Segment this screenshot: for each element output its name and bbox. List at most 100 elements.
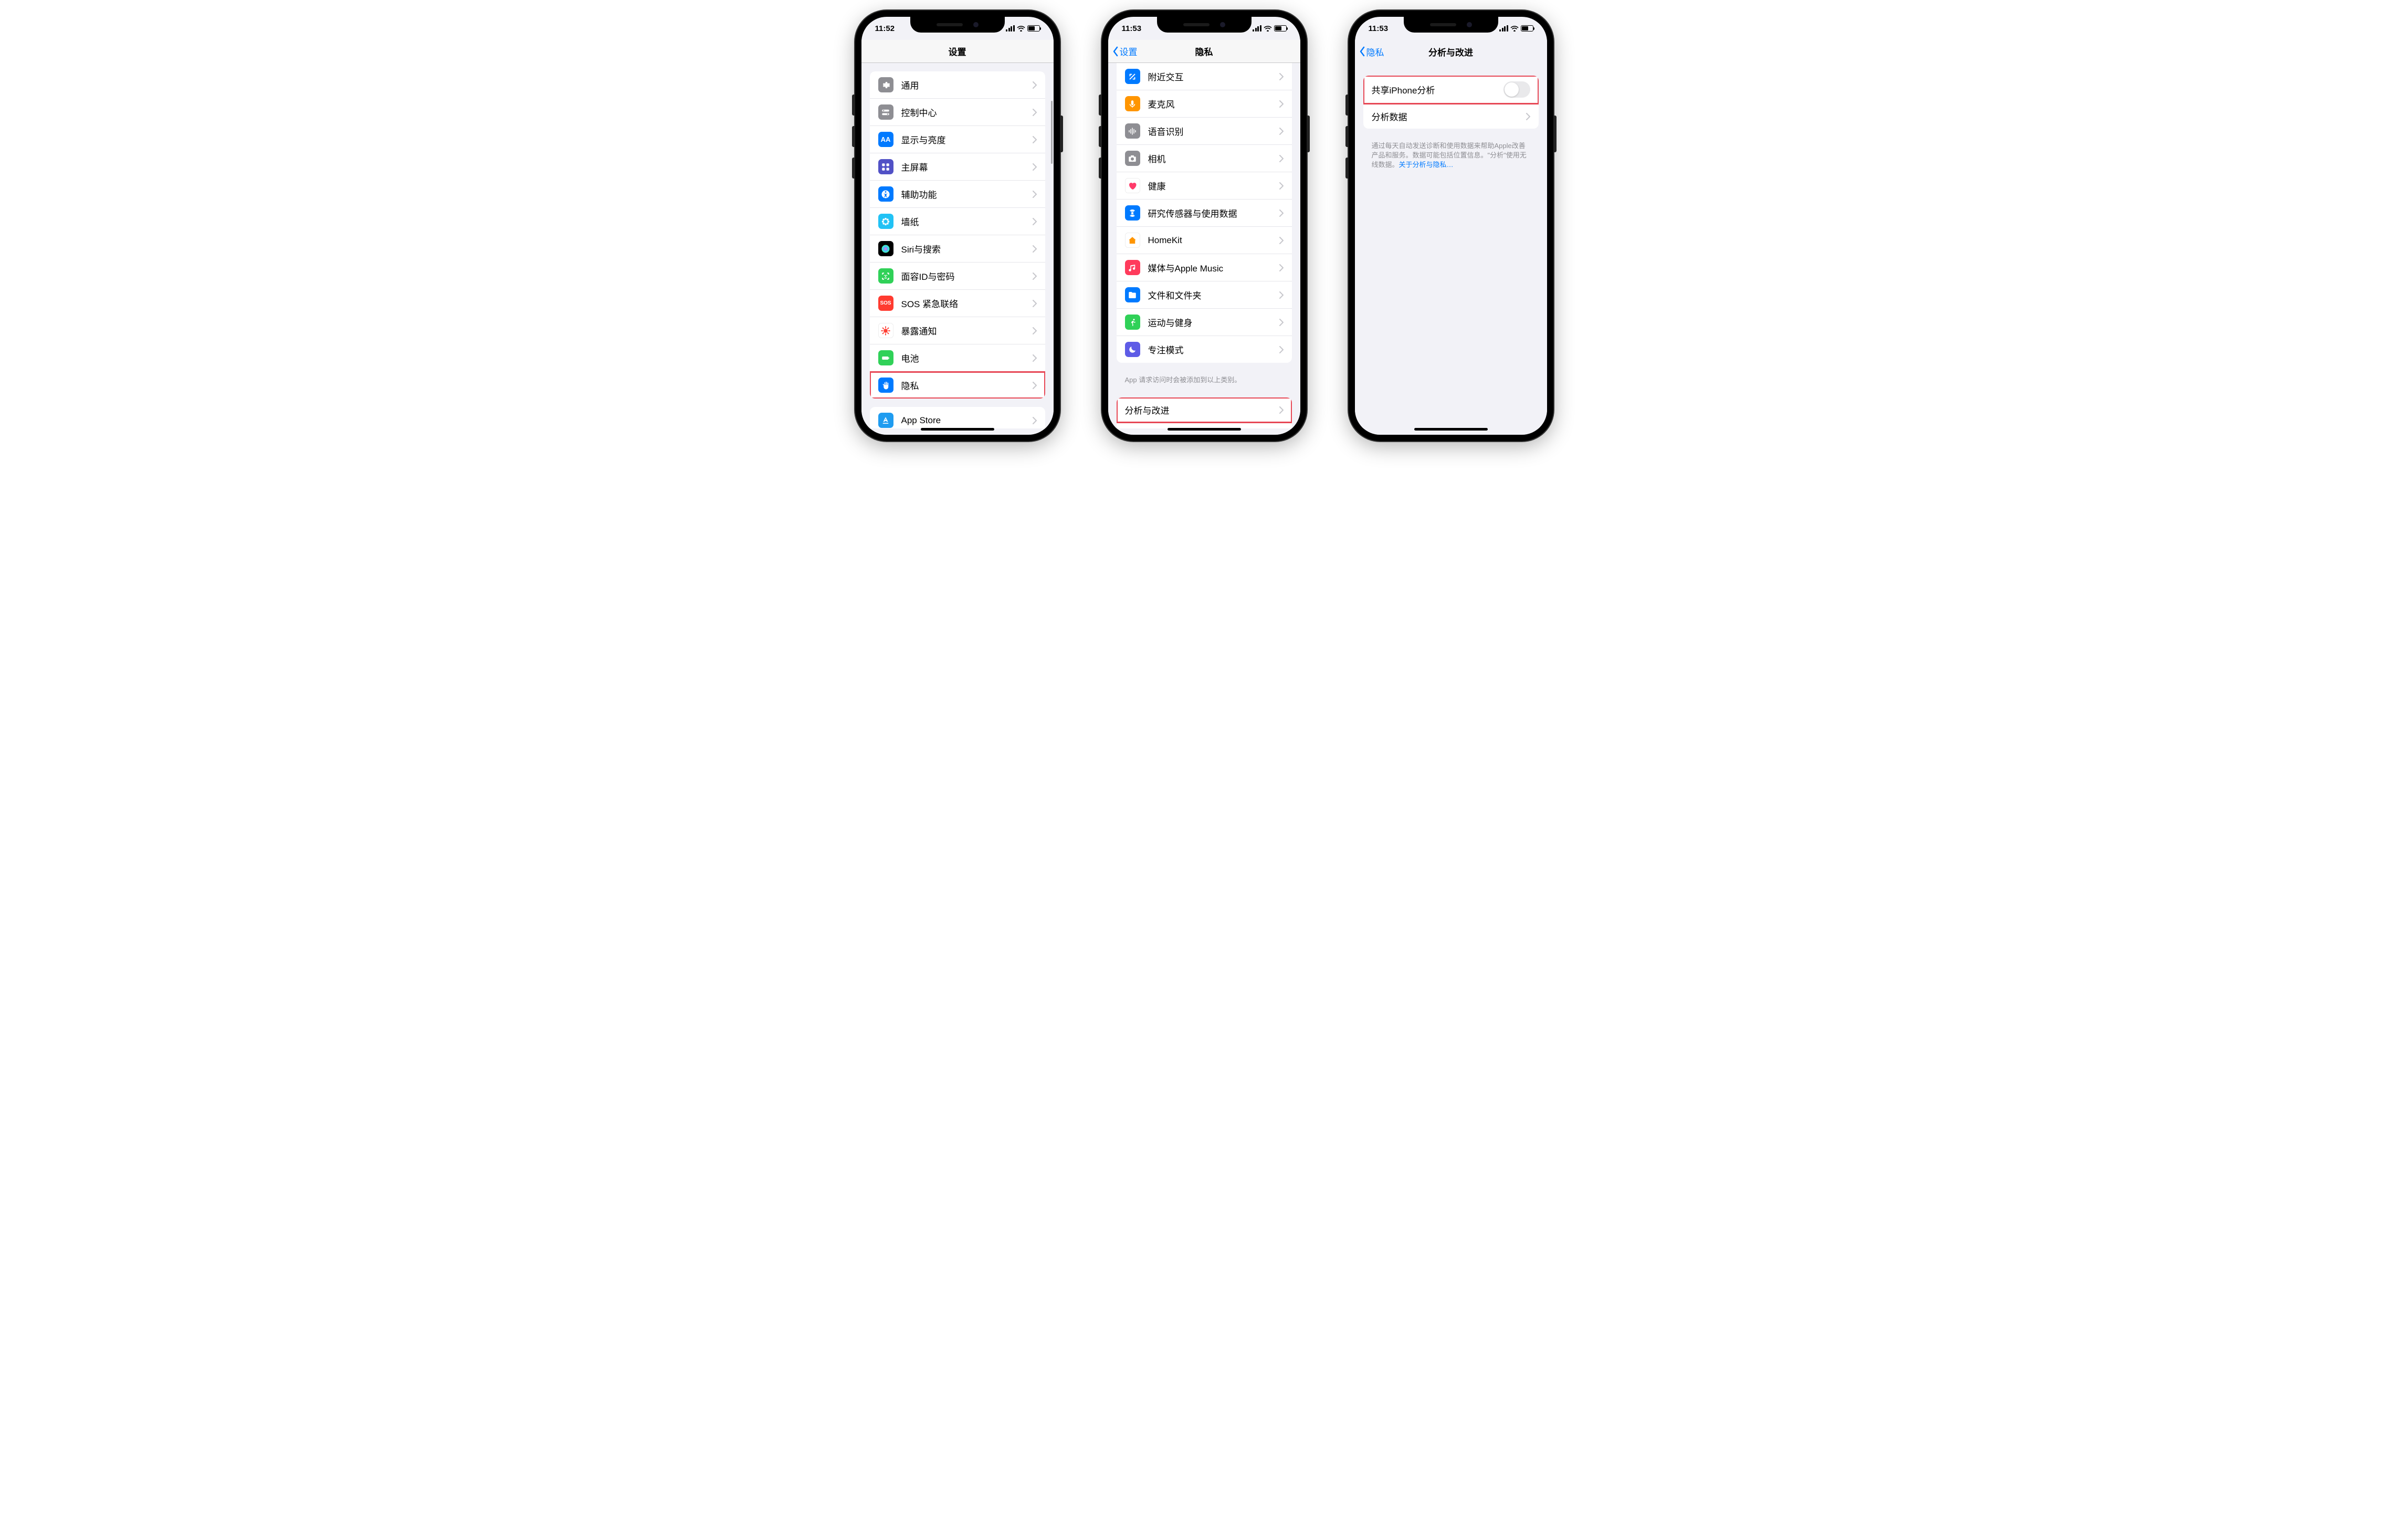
row-label: 墙纸 xyxy=(901,215,1033,228)
row-隐私[interactable]: 隐私 xyxy=(870,372,1045,399)
footer-description: 通过每天自动发送诊断和使用数据来帮助Apple改善产品和服务。数据可能包括位置信… xyxy=(1355,137,1547,174)
notch xyxy=(1404,17,1498,33)
row-analytics-data[interactable]: 分析数据 xyxy=(1363,104,1539,129)
switches-icon xyxy=(878,104,893,120)
row-显示与亮度[interactable]: AA 显示与亮度 xyxy=(870,126,1045,153)
row-研究传感器与使用数据[interactable]: 研究传感器与使用数据 xyxy=(1117,200,1292,227)
folder-icon xyxy=(1125,287,1140,302)
signal-icon xyxy=(1006,25,1015,32)
footer-link[interactable]: 关于分析与隐私… xyxy=(1399,161,1454,169)
row-相机[interactable]: 相机 xyxy=(1117,145,1292,172)
row-专注模式[interactable]: 专注模式 xyxy=(1117,336,1292,363)
chevron-right-icon xyxy=(1033,354,1037,362)
row-文件和文件夹[interactable]: 文件和文件夹 xyxy=(1117,281,1292,309)
row-电池[interactable]: 电池 xyxy=(870,344,1045,372)
content[interactable]: 通用 控制中心 AA 显示与亮度 主屏幕 辅助功能 墙纸 Siri与搜索 面容I… xyxy=(861,63,1054,428)
section-footnote: App 请求访问时会被添加到以上类别。 xyxy=(1108,371,1300,389)
home-indicator[interactable] xyxy=(1414,428,1488,431)
page-title: 分析与改进 xyxy=(1428,45,1473,58)
sos-icon: SOS xyxy=(878,296,893,311)
row-媒体与Apple Music[interactable]: 媒体与Apple Music xyxy=(1117,254,1292,281)
row-主屏幕[interactable]: 主屏幕 xyxy=(870,153,1045,181)
row-健康[interactable]: 健康 xyxy=(1117,172,1292,200)
moon-icon xyxy=(1125,342,1140,357)
row-HomeKit[interactable]: HomeKit xyxy=(1117,227,1292,254)
wifi-icon xyxy=(1264,25,1272,32)
mic-icon xyxy=(1125,96,1140,111)
row-label: 分析与改进 xyxy=(1125,403,1279,416)
row-附近交互[interactable]: 附近交互 xyxy=(1117,63,1292,90)
chevron-right-icon xyxy=(1279,73,1284,80)
row-暴露通知[interactable]: 暴露通知 xyxy=(870,317,1045,344)
chevron-right-icon xyxy=(1526,113,1530,120)
back-button[interactable]: 设置 xyxy=(1112,45,1138,58)
chevron-right-icon xyxy=(1279,406,1284,414)
back-button[interactable]: 隐私 xyxy=(1359,45,1384,58)
nav-bar: 设置 xyxy=(861,40,1054,63)
chevron-right-icon xyxy=(1279,155,1284,162)
row-label: 健康 xyxy=(1148,179,1279,192)
chevron-right-icon xyxy=(1033,163,1037,171)
row-墙纸[interactable]: 墙纸 xyxy=(870,208,1045,235)
nav-bar: 隐私 分析与改进 xyxy=(1355,40,1547,63)
phone-privacy: 11:53 设置 隐私 附近交互 麦克风 语音识别 相机 xyxy=(1102,11,1307,441)
row-label: 分析数据 xyxy=(1372,110,1526,123)
chevron-right-icon xyxy=(1279,264,1284,271)
settings-group: 分析与改进 Apple广告 xyxy=(1117,397,1292,428)
row-语音识别[interactable]: 语音识别 xyxy=(1117,118,1292,145)
row-share-iphone-analytics[interactable]: 共享iPhone分析 xyxy=(1363,76,1539,104)
content[interactable]: 共享iPhone分析 分析数据 通过每天自动发送诊断和使用数据来帮助Apple改… xyxy=(1355,63,1547,428)
phone-settings: 11:52 设置 通用 控制中心 AA 显示与亮度 主屏幕 辅助功能 xyxy=(855,11,1060,441)
home-indicator[interactable] xyxy=(1168,428,1241,431)
row-通用[interactable]: 通用 xyxy=(870,71,1045,99)
row-label: HomeKit xyxy=(1148,235,1279,246)
row-label: 电池 xyxy=(901,351,1033,364)
screen: 11:53 隐私 分析与改进 共享iPhone分析 分析数据 xyxy=(1355,17,1547,435)
chevron-left-icon xyxy=(1359,46,1365,57)
chevron-right-icon xyxy=(1033,109,1037,116)
settings-group: 通用 控制中心 AA 显示与亮度 主屏幕 辅助功能 墙纸 Siri与搜索 面容I… xyxy=(870,71,1045,399)
status-time: 11:53 xyxy=(1122,24,1142,33)
virus-icon xyxy=(878,323,893,338)
page-title: 设置 xyxy=(949,45,966,58)
settings-group: 附近交互 麦克风 语音识别 相机 健康 研究传感器与使用数据 HomeKit 媒… xyxy=(1117,63,1292,363)
row-面容ID与密码[interactable]: 面容ID与密码 xyxy=(870,263,1045,290)
chevron-right-icon xyxy=(1033,245,1037,253)
row-辅助功能[interactable]: 辅助功能 xyxy=(870,181,1045,208)
switch-toggle[interactable] xyxy=(1503,81,1530,98)
row-label: 辅助功能 xyxy=(901,187,1033,201)
chevron-right-icon xyxy=(1279,128,1284,135)
notch xyxy=(1157,17,1252,33)
content[interactable]: 附近交互 麦克风 语音识别 相机 健康 研究传感器与使用数据 HomeKit 媒… xyxy=(1108,63,1300,428)
row-label: 隐私 xyxy=(901,379,1033,392)
screen: 11:53 设置 隐私 附近交互 麦克风 语音识别 相机 xyxy=(1108,17,1300,435)
aa-icon: AA xyxy=(878,132,893,147)
wave-icon xyxy=(1125,123,1140,139)
row-运动与健身[interactable]: 运动与健身 xyxy=(1117,309,1292,336)
chevron-right-icon xyxy=(1279,182,1284,190)
hand-icon xyxy=(878,378,893,393)
accessibility-icon xyxy=(878,186,893,202)
row-label: 暴露通知 xyxy=(901,324,1033,337)
home-indicator[interactable] xyxy=(921,428,994,431)
row-Siri与搜索[interactable]: Siri与搜索 xyxy=(870,235,1045,263)
siri-icon xyxy=(878,241,893,256)
chevron-right-icon xyxy=(1033,81,1037,89)
screen: 11:52 设置 通用 控制中心 AA 显示与亮度 主屏幕 辅助功能 xyxy=(861,17,1054,435)
scrollbar[interactable] xyxy=(1051,101,1053,164)
row-控制中心[interactable]: 控制中心 xyxy=(870,99,1045,126)
row-label: 显示与亮度 xyxy=(901,133,1033,146)
signal-icon xyxy=(1499,25,1508,32)
row-SOS 紧急联络[interactable]: SOS SOS 紧急联络 xyxy=(870,290,1045,317)
camera-icon xyxy=(1125,151,1140,166)
chevron-right-icon xyxy=(1279,209,1284,217)
grid-icon xyxy=(878,159,893,174)
music-icon xyxy=(1125,260,1140,275)
row-label: 麦克风 xyxy=(1148,97,1279,110)
row-麦克风[interactable]: 麦克风 xyxy=(1117,90,1292,118)
back-label: 设置 xyxy=(1120,45,1138,58)
row-分析与改进[interactable]: 分析与改进 xyxy=(1117,397,1292,423)
row-App Store[interactable]: App Store xyxy=(870,407,1045,428)
status-time: 11:52 xyxy=(875,24,895,33)
faceid-icon xyxy=(878,268,893,284)
